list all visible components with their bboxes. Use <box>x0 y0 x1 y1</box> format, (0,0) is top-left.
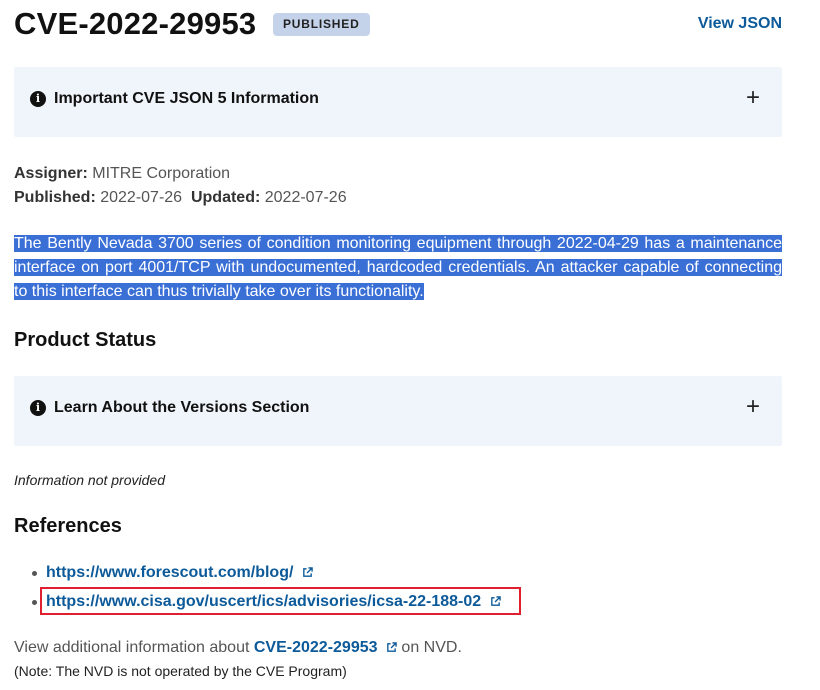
published-label: Published: <box>14 189 96 206</box>
status-badge: PUBLISHED <box>273 13 370 36</box>
nvd-prefix: View additional information about <box>14 639 250 656</box>
external-link-icon <box>303 567 313 577</box>
nvd-cve-link[interactable]: CVE-2022-29953 <box>254 639 378 656</box>
plus-icon[interactable]: + <box>746 395 760 419</box>
assigner-label: Assigner: <box>14 165 88 182</box>
accordion-label: Learn About the Versions Section <box>54 399 310 416</box>
cve-record-page: CVE-2022-29953 PUBLISHED View JSON i Imp… <box>14 0 782 679</box>
information-not-provided: Information not provided <box>14 472 165 488</box>
accordion-cve-json5-info[interactable]: i Important CVE JSON 5 Information + <box>14 67 782 137</box>
info-icon: i <box>30 400 46 416</box>
cve-id-title: CVE-2022-29953 <box>14 6 257 41</box>
updated-label: Updated: <box>190 189 261 206</box>
assigner-row: Assigner: MITRE Corporation <box>14 162 347 186</box>
external-link-icon <box>387 642 397 652</box>
nvd-info: View additional information about CVE-20… <box>14 639 462 657</box>
bullet-dot <box>32 571 37 576</box>
info-icon: i <box>30 91 46 107</box>
updated-value: 2022-07-26 <box>264 189 347 206</box>
references-heading: References <box>14 515 122 537</box>
nvd-note: (Note: The NVD is not operated by the CV… <box>14 663 347 679</box>
bullet-dot <box>32 600 37 605</box>
record-header: CVE-2022-29953 PUBLISHED View JSON <box>14 0 782 56</box>
view-json-link[interactable]: View JSON <box>698 15 782 33</box>
description-text: The Bently Nevada 3700 series of conditi… <box>14 235 782 300</box>
highlight-box <box>40 587 521 615</box>
cve-description: The Bently Nevada 3700 series of conditi… <box>14 232 782 304</box>
accordion-versions-section[interactable]: i Learn About the Versions Section + <box>14 376 782 446</box>
accordion-label: Important CVE JSON 5 Information <box>54 90 319 107</box>
product-status-heading: Product Status <box>14 329 157 351</box>
dates-row: Published: 2022-07-26 Updated: 2022-07-2… <box>14 186 347 210</box>
published-value: 2022-07-26 <box>100 189 183 206</box>
nvd-suffix: on NVD. <box>401 639 462 656</box>
plus-icon[interactable]: + <box>746 86 760 110</box>
assigner-value: MITRE Corporation <box>92 165 231 182</box>
record-meta: Assigner: MITRE Corporation Published: 2… <box>14 162 347 210</box>
reference-link-forescout[interactable]: https://www.forescout.com/blog/ <box>46 564 293 581</box>
